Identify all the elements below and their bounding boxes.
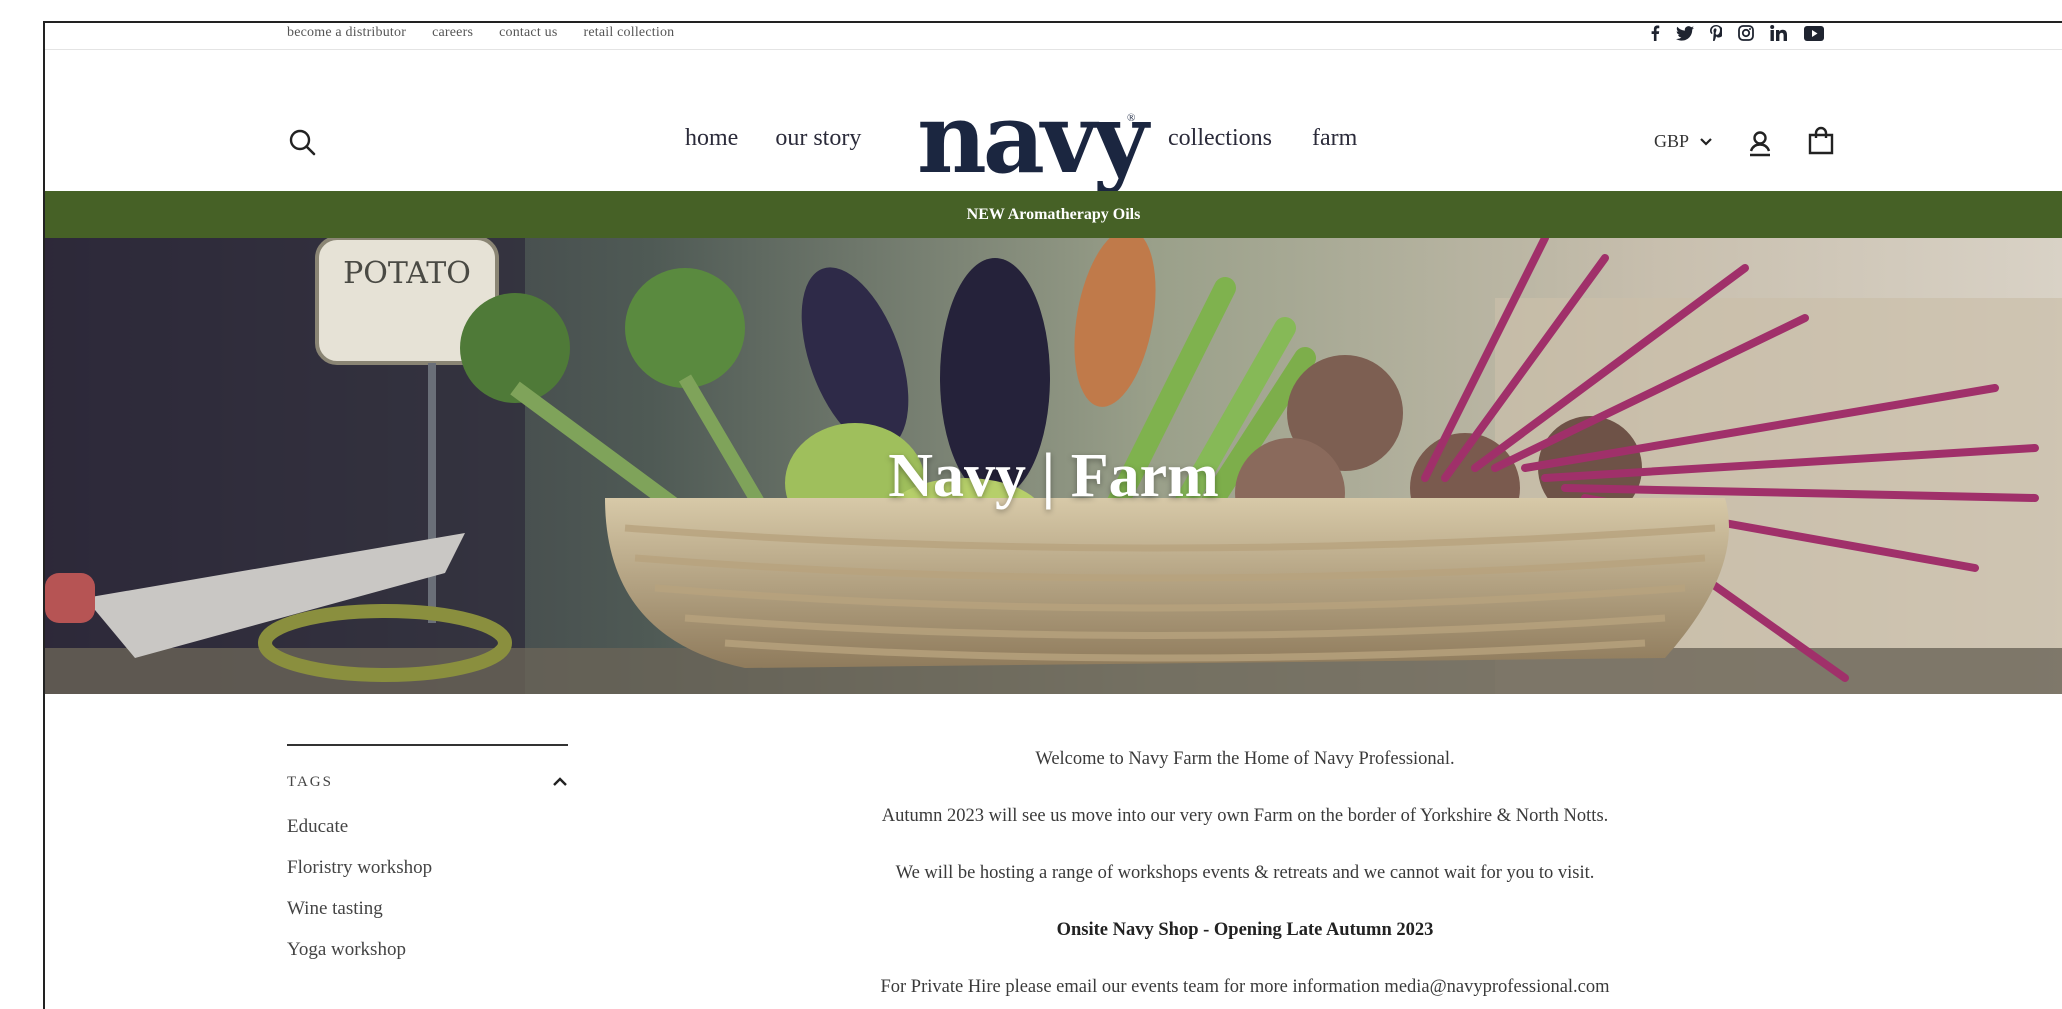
hero-banner: POTATO Navy | Farm <box>45 238 2062 694</box>
currency-label: GBP <box>1654 131 1690 151</box>
instagram-icon[interactable] <box>1738 25 1754 41</box>
farm-description: Welcome to Navy Farm the Home of Navy Pr… <box>745 747 1745 1009</box>
shop-notice: Onsite Navy Shop - Opening Late Autumn 2… <box>1056 920 1434 940</box>
retail-collection-link[interactable]: retail collection <box>583 25 674 41</box>
announcement-bar[interactable]: NEW Aromatherapy Oils <box>45 191 2062 238</box>
facebook-icon[interactable] <box>1650 25 1660 41</box>
browser-page: become a distributor careers contact us … <box>43 21 2062 1009</box>
linkedin-icon[interactable] <box>1770 25 1788 41</box>
nav-home[interactable]: home <box>685 125 738 152</box>
private-hire-paragraph: For Private Hire please email our events… <box>880 977 1610 997</box>
tag-wine-tasting[interactable]: Wine tasting <box>287 898 568 922</box>
announcement-text: NEW Aromatherapy Oils <box>966 205 1141 223</box>
main-nav-left: home our story <box>685 125 861 152</box>
twitter-icon[interactable] <box>1676 25 1694 41</box>
tag-list: Educate Floristry workshop Wine tasting … <box>287 816 568 963</box>
chevron-down-icon <box>1700 137 1712 146</box>
sidebar-divider <box>287 744 568 746</box>
pinterest-icon[interactable] <box>1710 25 1722 41</box>
autumn-paragraph: Autumn 2023 will see us move into our ve… <box>881 806 1609 826</box>
search-icon[interactable] <box>288 128 318 158</box>
nav-our-story[interactable]: our story <box>775 125 861 152</box>
main-nav-right: collections farm <box>1168 125 1357 152</box>
tags-toggle[interactable]: TAGS <box>287 772 568 792</box>
navy-logo[interactable]: navy <box>917 91 1149 187</box>
tags-title: TAGS <box>287 773 333 790</box>
tags-sidebar: TAGS Educate Floristry workshop Wine tas… <box>287 744 568 980</box>
shopping-bag-icon[interactable] <box>1805 125 1837 157</box>
utility-links: become a distributor careers contact us … <box>287 23 674 43</box>
contact-us-link[interactable]: contact us <box>499 25 557 41</box>
site-header: home our story navy ® collections farm G… <box>45 49 2062 191</box>
social-links <box>1650 23 1824 43</box>
chevron-up-icon <box>553 777 567 786</box>
tag-floristry-workshop[interactable]: Floristry workshop <box>287 857 568 881</box>
careers-link[interactable]: careers <box>432 25 473 41</box>
hero-title: Navy | Farm <box>888 442 1219 510</box>
tag-yoga-workshop[interactable]: Yoga workshop <box>287 939 568 963</box>
nav-collections[interactable]: collections <box>1168 125 1272 152</box>
become-distributor-link[interactable]: become a distributor <box>287 25 406 41</box>
youtube-icon[interactable] <box>1804 25 1824 41</box>
currency-selector[interactable]: GBP <box>1654 131 1713 152</box>
nav-farm[interactable]: farm <box>1312 125 1357 152</box>
potato-sign-text: POTATO <box>343 256 471 291</box>
account-icon[interactable] <box>1744 127 1776 159</box>
utility-bar: become a distributor careers contact us … <box>45 23 2062 50</box>
registered-mark: ® <box>1127 112 1136 124</box>
tag-educate[interactable]: Educate <box>287 816 568 840</box>
welcome-paragraph: Welcome to Navy Farm the Home of Navy Pr… <box>1035 749 1455 769</box>
workshops-paragraph: We will be hosting a range of workshops … <box>895 863 1595 883</box>
